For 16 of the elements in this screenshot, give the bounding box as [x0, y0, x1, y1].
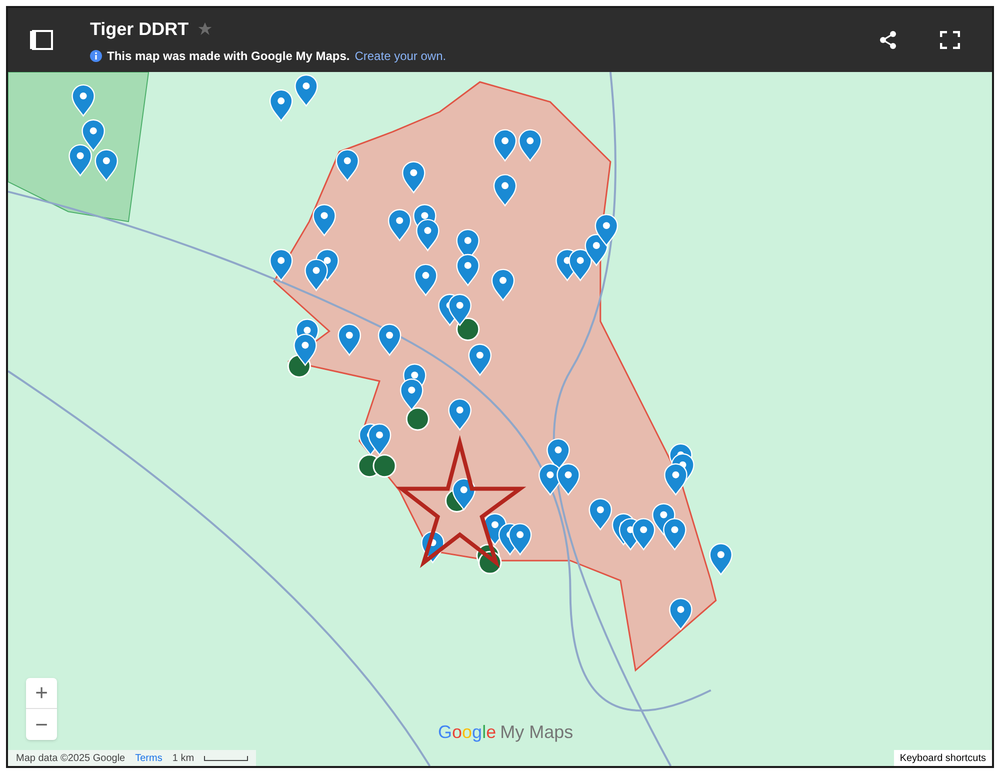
- panel-toggle-icon[interactable]: [28, 29, 54, 51]
- terms-link[interactable]: Terms: [135, 750, 162, 766]
- create-link[interactable]: Create your own.: [354, 46, 446, 64]
- scale-label: 1 km: [172, 752, 194, 766]
- zoom-out-button[interactable]: −: [26, 709, 57, 740]
- google-my-maps-logo: Google My Maps: [438, 721, 574, 744]
- star-icon[interactable]: [196, 21, 213, 37]
- attribution-text: Map data ©2025 Google: [16, 752, 126, 766]
- share-icon[interactable]: [878, 30, 898, 50]
- scale-bar: [204, 756, 248, 760]
- info-icon: [90, 50, 102, 62]
- map-title: Tiger DDRT: [90, 18, 189, 41]
- zoom-in-button[interactable]: +: [26, 678, 57, 709]
- fullscreen-icon[interactable]: [940, 31, 960, 49]
- notice-text: This map was made with Google My Maps.: [107, 48, 350, 64]
- keyboard-shortcuts-button[interactable]: Keyboard shortcuts: [894, 750, 992, 766]
